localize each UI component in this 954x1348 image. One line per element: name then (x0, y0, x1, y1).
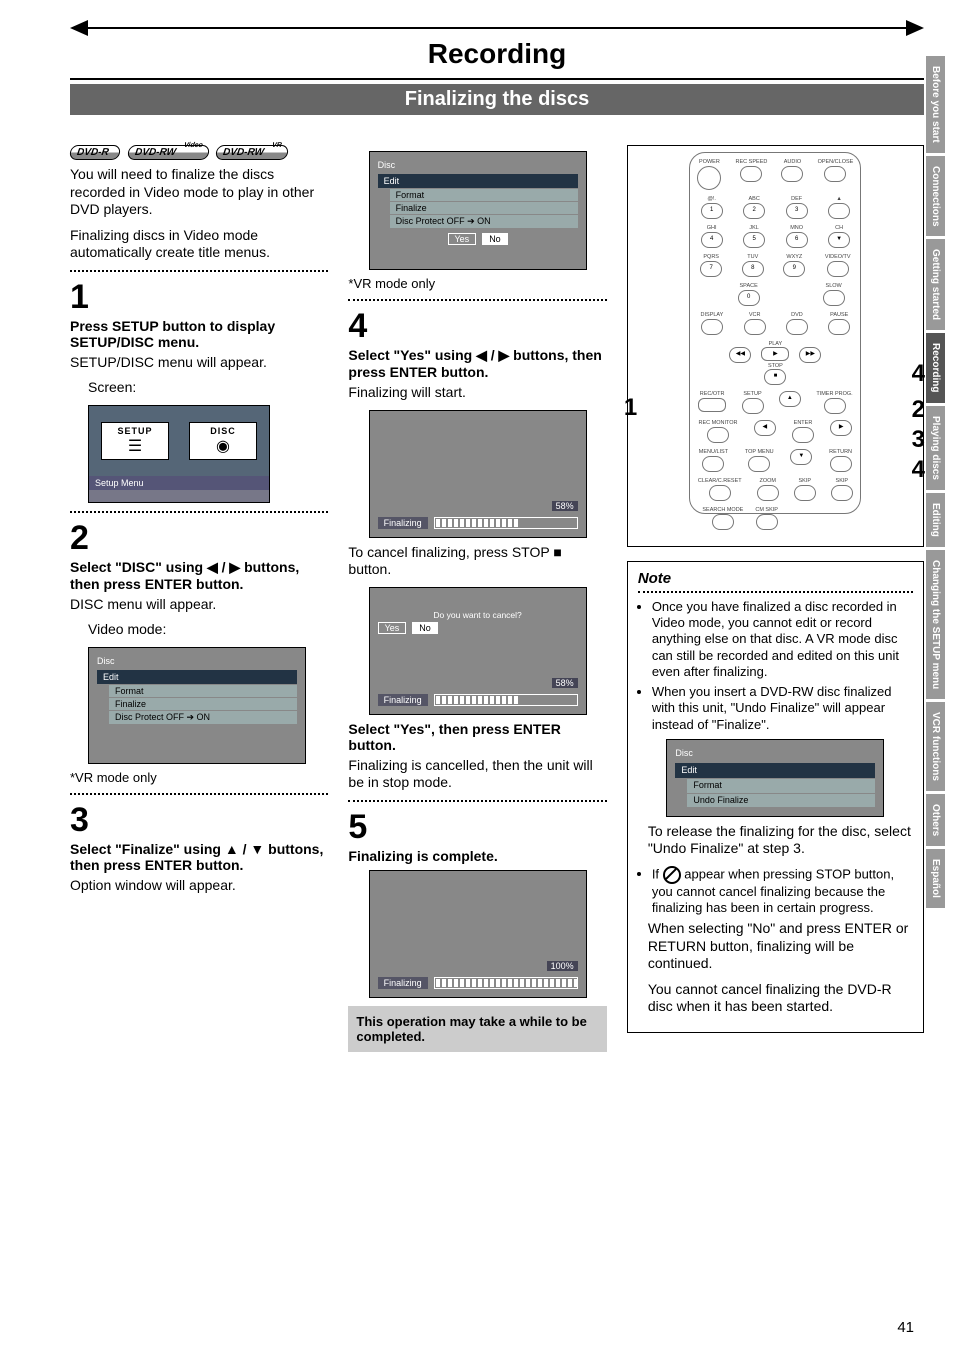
tab-recording[interactable]: Recording (926, 333, 945, 402)
select-yes-line: Finalizing is cancelled, then the unit w… (348, 757, 606, 792)
step-1-label: Screen: (88, 379, 328, 397)
disc-menu-screen: Disc Edit Format Finalize Disc Protect O… (88, 647, 306, 764)
tab-changing-setup[interactable]: Changing the SETUP menu (926, 550, 945, 699)
tab-espanol[interactable]: Español (926, 849, 945, 908)
step-1-title: Press SETUP button to display SETUP/DISC… (70, 318, 328, 350)
select-yes-title: Select "Yes", then press ENTER button. (348, 721, 606, 753)
disc-badges: DVD-R DVD-RWVideo DVD-RWVR (70, 145, 328, 160)
step-5-title: Finalizing is complete. (348, 848, 606, 864)
callout-r1: 4 (912, 360, 925, 388)
header-rule-top (70, 20, 924, 36)
note-2: When you insert a DVD-RW disc finalized … (652, 684, 913, 733)
setup-tile: SETUP☰ (101, 422, 169, 460)
tab-playing-discs[interactable]: Playing discs (926, 406, 945, 490)
page-title: Recording (70, 38, 924, 70)
callout-r4: 4 (912, 456, 925, 484)
step-4-number: 4 (348, 309, 606, 343)
tab-others[interactable]: Others (926, 794, 945, 846)
option-window-screen: Disc Edit Format Finalize Disc Protect O… (369, 151, 587, 270)
note-box: Note Once you have finalized a disc reco… (627, 561, 924, 1033)
page-number: 41 (897, 1319, 914, 1336)
step-4-line: Finalizing will start. (348, 384, 606, 402)
prohibit-icon (663, 866, 681, 884)
note-1: Once you have finalized a disc recorded … (652, 599, 913, 680)
note-3b: If appear when pressing STOP button, you… (652, 866, 913, 917)
note-3a: To release the finalizing for the disc, … (648, 823, 913, 858)
highlight-note: This operation may take a while to be co… (348, 1006, 606, 1052)
tab-before-you-start[interactable]: Before you start (926, 56, 945, 153)
intro-2: Finalizing discs in Video mode automatic… (70, 227, 328, 262)
side-tabs: Before you start Connections Getting sta… (926, 56, 954, 911)
disc-tile: DISC◉ (189, 422, 257, 460)
vr-mode-note-1: *VR mode only (70, 770, 328, 785)
badge-dvd-rw-video: DVD-RWVideo (127, 145, 210, 160)
menu-item-disc-protect: Disc Protect OFF ➔ ON (109, 711, 297, 724)
badge-dvd-rw-vr: DVD-RWVR (215, 145, 289, 160)
remote-diagram: 1 4 2 3 4 POWER REC SPEED AUDIO OPEN/CLO… (627, 145, 924, 547)
remote-body: POWER REC SPEED AUDIO OPEN/CLOSE @!.1 AB… (689, 152, 861, 514)
step-1-line: SETUP/DISC menu will appear. (70, 354, 328, 372)
vr-mode-note-2: *VR mode only (348, 276, 606, 291)
step-3-number: 3 (70, 803, 328, 837)
cancel-screen: Do you want to cancel? YesNo 58% Finaliz… (369, 587, 587, 715)
intro-1: You will need to finalize the discs reco… (70, 166, 328, 219)
column-2: Disc Edit Format Finalize Disc Protect O… (348, 145, 606, 1052)
tab-editing[interactable]: Editing (926, 493, 945, 547)
note-3c: When selecting "No" and press ENTER or R… (648, 920, 913, 973)
menu-item-finalize: Finalize (109, 698, 297, 710)
tab-connections[interactable]: Connections (926, 156, 945, 237)
callout-1: 1 (624, 394, 637, 422)
cancel-line: To cancel finalizing, press STOP ■ butto… (348, 544, 606, 579)
step-2-title: Select "DISC" using ◀ / ▶ buttons, then … (70, 559, 328, 592)
step-2-label: Video mode: (88, 621, 328, 639)
step-4-title: Select "Yes" using ◀ / ▶ buttons, then p… (348, 347, 606, 380)
step-5-number: 5 (348, 810, 606, 844)
menu-item-format: Format (109, 685, 297, 697)
step-3-title: Select "Finalize" using ▲ / ▼ buttons, t… (70, 841, 328, 873)
finalizing-screen-2: 100% Finalizing (369, 870, 587, 998)
callout-r2: 2 (912, 396, 925, 424)
badge-dvd-r: DVD-R (69, 145, 121, 160)
menu-item-edit: Edit (97, 670, 297, 684)
callout-r3: 3 (912, 426, 925, 454)
column-1: DVD-R DVD-RWVideo DVD-RWVR You will need… (70, 145, 328, 1052)
setup-menu-footer: Setup Menu (89, 476, 269, 490)
tab-vcr-functions[interactable]: VCR functions (926, 702, 945, 791)
option-no: No (482, 233, 508, 245)
header-rule-mid (70, 78, 924, 80)
note-3d: You cannot cancel finalizing the DVD-R d… (648, 981, 913, 1016)
option-yes: Yes (448, 233, 477, 245)
finalizing-screen-1: 58% Finalizing (369, 410, 587, 538)
note-heading: Note (638, 570, 913, 589)
column-3: 1 4 2 3 4 POWER REC SPEED AUDIO OPEN/CLO… (627, 145, 924, 1052)
step-2-number: 2 (70, 521, 328, 555)
step-3-line: Option window will appear. (70, 877, 328, 895)
section-subtitle: Finalizing the discs (70, 84, 924, 115)
setup-menu-screen: SETUP☰ DISC◉ Setup Menu (88, 405, 270, 503)
step-2-line: DISC menu will appear. (70, 596, 328, 614)
step-1-number: 1 (70, 280, 328, 314)
undo-finalize-screen: Disc Edit Format Undo Finalize (666, 739, 884, 817)
tab-getting-started[interactable]: Getting started (926, 239, 945, 330)
